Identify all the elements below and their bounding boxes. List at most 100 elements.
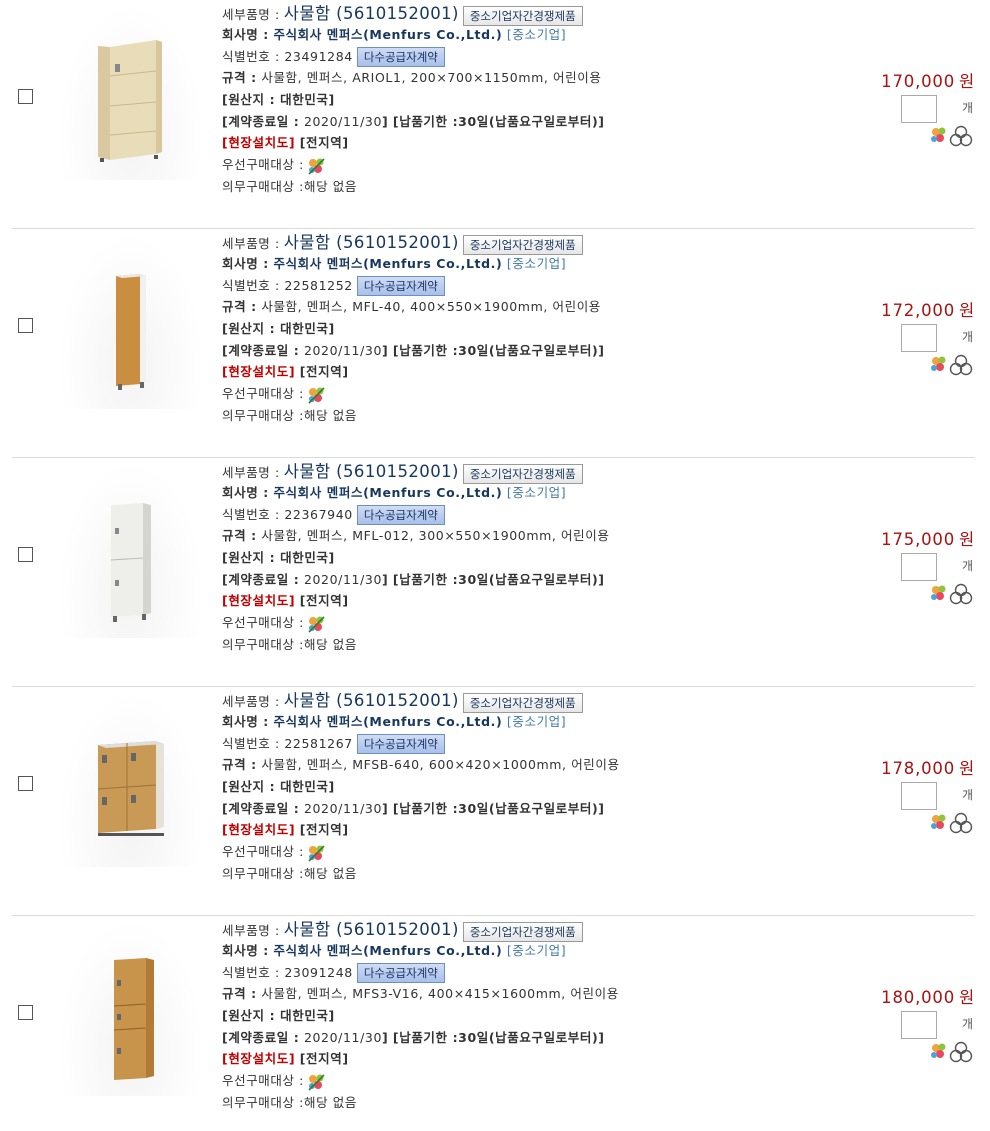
tall-single-locker-picture xyxy=(58,231,204,411)
priority-purchase-icon[interactable] xyxy=(306,843,328,863)
quantity-unit: 개 xyxy=(961,330,973,344)
quantity-unit: 개 xyxy=(961,1017,973,1031)
product-image[interactable] xyxy=(58,462,204,638)
company-label: 회사명 : xyxy=(222,943,269,958)
id-label: 식별번호 : xyxy=(222,277,280,293)
contract-end-date: 2020/11/30 xyxy=(303,342,382,358)
install-label: [현장설치도] xyxy=(222,822,296,838)
product-image[interactable] xyxy=(58,920,204,1096)
priority-purchase-icon[interactable] xyxy=(306,156,328,176)
sme-competition-badge: 중소기업자간경쟁제품 xyxy=(462,5,583,26)
price: 172,000 원 xyxy=(835,297,975,321)
detail-name-label: 세부품명 : xyxy=(222,923,280,938)
product-name-link[interactable]: 사물함 (5610152001) xyxy=(284,691,459,710)
company-name-link[interactable]: 주식회사 멘퍼스(Menfurs Co.,Ltd.) xyxy=(273,485,502,500)
price-value: 170,000 xyxy=(881,72,956,91)
action-icons xyxy=(927,581,975,607)
compare-icon xyxy=(949,812,973,834)
wish-icon xyxy=(931,127,946,142)
delivery-text: [납품기한 :30일(납품요구일로부터)] xyxy=(392,800,605,816)
compare-icon xyxy=(949,1041,973,1063)
quantity-input[interactable] xyxy=(901,324,937,352)
product-info: 세부품명 : 사물함 (5610152001) 중소기업자간경쟁제품 회사명 : 주… xyxy=(222,229,862,427)
contract-close: ] xyxy=(382,113,389,129)
price-value: 175,000 xyxy=(881,530,956,549)
select-checkbox[interactable] xyxy=(18,318,33,333)
install-area: [전지역] xyxy=(299,364,349,380)
delivery-text: [납품기한 :30일(납품요구일로부터)] xyxy=(392,113,605,129)
sme-company-badge: [중소기업] xyxy=(506,27,567,42)
compare-icon xyxy=(949,583,973,605)
select-checkbox[interactable] xyxy=(18,776,33,791)
priority-label: 우선구매대상 : xyxy=(222,615,304,631)
company-name-link[interactable]: 주식회사 멘퍼스(Menfurs Co.,Ltd.) xyxy=(273,714,502,729)
company-name-link[interactable]: 주식회사 멘퍼스(Menfurs Co.,Ltd.) xyxy=(273,943,502,958)
sme-company-badge: [중소기업] xyxy=(506,714,567,729)
id-label: 식별번호 : xyxy=(222,506,280,522)
origin-text: [원산지 : 대한민국] xyxy=(222,1008,335,1024)
price-value: 180,000 xyxy=(881,988,956,1007)
select-checkbox[interactable] xyxy=(18,1005,33,1020)
quantity-input[interactable] xyxy=(901,1011,937,1039)
contract-close: ] xyxy=(382,571,389,587)
price-currency: 원 xyxy=(959,301,975,320)
action-icons xyxy=(927,352,975,378)
wish-icon xyxy=(931,585,946,600)
priority-purchase-icon[interactable] xyxy=(306,385,328,405)
quantity-input[interactable] xyxy=(901,782,937,810)
product-name-link[interactable]: 사물함 (5610152001) xyxy=(284,920,459,939)
contract-label: [계약종료일 : xyxy=(222,1029,300,1045)
select-checkbox[interactable] xyxy=(18,547,33,562)
product-spec: 사물함, 멘퍼스, MFS3-V16, 400×415×1600mm, 어린이용 xyxy=(261,986,619,1002)
product-image[interactable] xyxy=(58,233,204,409)
four-door-locker-picture xyxy=(58,689,204,869)
wish-icon xyxy=(931,356,946,371)
spec-label: 규격 : xyxy=(222,528,257,544)
product-spec: 사물함, 멘퍼스, MFSB-640, 600×420×1000mm, 어린이용 xyxy=(261,757,620,773)
action-icons xyxy=(927,810,975,836)
list-item: 세부품명 : 사물함 (5610152001) 중소기업자간경쟁제품 회사명 : 주… xyxy=(12,687,975,916)
install-area: [전지역] xyxy=(299,135,349,151)
detail-name-label: 세부품명 : xyxy=(222,694,280,709)
quantity-input[interactable] xyxy=(901,95,937,123)
mandatory-label: 의무구매대상 : xyxy=(222,865,304,881)
product-name-link[interactable]: 사물함 (5610152001) xyxy=(284,233,459,252)
spec-label: 규격 : xyxy=(222,757,257,773)
select-checkbox[interactable] xyxy=(18,89,33,104)
install-area: [전지역] xyxy=(299,1051,349,1067)
contract-close: ] xyxy=(382,1029,389,1045)
price-currency: 원 xyxy=(959,988,975,1007)
mandatory-label: 의무구매대상 : xyxy=(222,178,304,194)
mandatory-value: 해당 없음 xyxy=(304,178,357,194)
product-info: 세부품명 : 사물함 (5610152001) 중소기업자간경쟁제품 회사명 : 주… xyxy=(222,687,862,885)
priority-label: 우선구매대상 : xyxy=(222,844,304,860)
sme-company-badge: [중소기업] xyxy=(506,485,567,500)
company-name-link[interactable]: 주식회사 멘퍼스(Menfurs Co.,Ltd.) xyxy=(273,27,502,42)
install-label: [현장설치도] xyxy=(222,593,296,609)
quantity-input[interactable] xyxy=(901,553,937,581)
bookshelf-locker-picture xyxy=(58,2,204,182)
product-info: 세부품명 : 사물함 (5610152001) 중소기업자간경쟁제품 회사명 : 주… xyxy=(222,916,862,1114)
contract-close: ] xyxy=(382,342,389,358)
product-info: 세부품명 : 사물함 (5610152001) 중소기업자간경쟁제품 회사명 : 주… xyxy=(222,458,862,656)
product-name-link[interactable]: 사물함 (5610152001) xyxy=(284,462,459,481)
product-image[interactable] xyxy=(58,4,204,180)
price-value: 178,000 xyxy=(881,759,956,778)
priority-purchase-icon[interactable] xyxy=(306,1072,328,1092)
wish-icon xyxy=(931,814,946,829)
price-value: 172,000 xyxy=(881,301,956,320)
company-label: 회사명 : xyxy=(222,714,269,729)
origin-text: [원산지 : 대한민국] xyxy=(222,779,335,795)
identification-number: 23091248 xyxy=(284,964,353,980)
mandatory-value: 해당 없음 xyxy=(304,1094,357,1110)
quantity-unit: 개 xyxy=(961,101,973,115)
contract-close: ] xyxy=(382,800,389,816)
product-name-link[interactable]: 사물함 (5610152001) xyxy=(284,4,459,23)
mandatory-label: 의무구매대상 : xyxy=(222,407,304,423)
company-name-link[interactable]: 주식회사 멘퍼스(Menfurs Co.,Ltd.) xyxy=(273,256,502,271)
mas-contract-badge: 다수공급자계약 xyxy=(356,47,445,68)
priority-purchase-icon[interactable] xyxy=(306,614,328,634)
product-spec: 사물함, 멘퍼스, ARIOL1, 200×700×1150mm, 어린이용 xyxy=(261,70,602,86)
delivery-text: [납품기한 :30일(납품요구일로부터)] xyxy=(392,342,605,358)
product-image[interactable] xyxy=(58,691,204,867)
